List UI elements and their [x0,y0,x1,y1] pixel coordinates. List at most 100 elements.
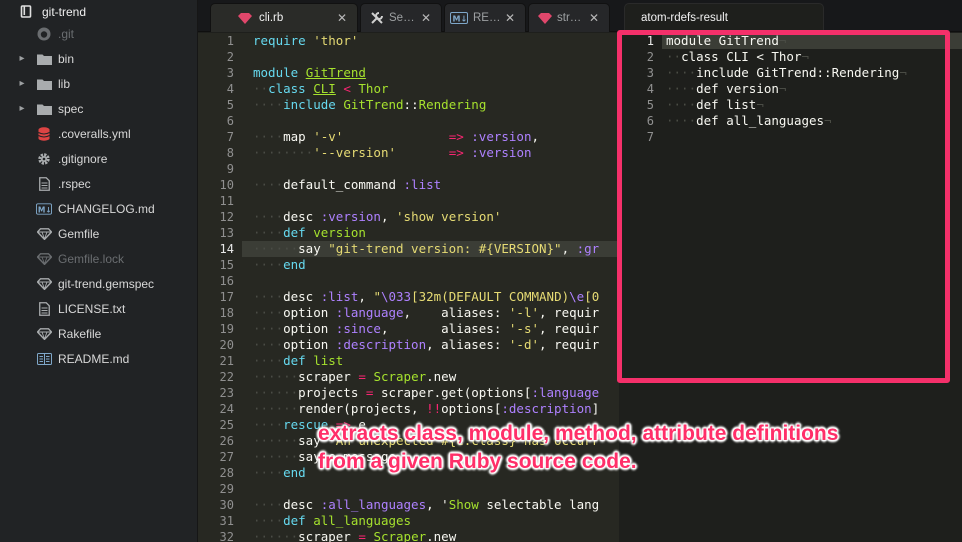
tree-item-label: Gemfile [58,227,100,241]
line-number: 30 [219,498,234,512]
line-number: 25 [219,418,234,432]
tab-label: Se… [389,12,415,24]
tree-item[interactable]: .git [0,22,197,47]
line-number: 11 [219,194,234,208]
line-number: 21 [219,354,234,368]
folder-icon [36,76,52,92]
tree-item[interactable]: Gemfile.lock [0,247,197,272]
code-line: ····option :since, aliases: '-s', requir [253,321,600,336]
line-number-gutter: 1 2 3 4 5 6 7 8 9 10 11 12 13 14 15 16 17 18 19 20 21 22 23 24 2… [198,33,242,542]
markdown-icon: M↓ [449,11,469,25]
chevron-right-icon[interactable]: ▸ [17,78,27,89]
code-line: ····desc :all_languages, 'Show selectabl… [253,497,600,512]
gear-icon [36,151,52,167]
code-line: ······scraper = Scraper.new [253,369,457,384]
database-icon [36,126,52,142]
tree-item[interactable]: ▸ lib [0,72,197,97]
tree-item[interactable]: ▸ bin [0,47,197,72]
line-number: 26 [219,434,234,448]
ruby-icon [36,251,52,267]
code-line: ····option :description, aliases: '-d', … [253,337,600,352]
line-number: 2 [226,50,234,64]
ruby-icon [36,226,52,242]
svg-text:M↓: M↓ [38,205,52,214]
tab-str[interactable]: str… ✕ [528,3,610,32]
chevron-right-icon[interactable]: ▸ [17,53,27,64]
annotation-line-2: from a given Ruby source code. [318,450,637,473]
line-number: 31 [219,514,234,528]
line-number: 5 [226,98,234,112]
file-icon [36,176,52,192]
tree-item-label: .coveralls.yml [58,127,131,141]
code-line: ····end [253,465,306,480]
markdown-icon: M↓ [36,201,52,217]
line-number: 7 [226,130,234,144]
line-number: 6 [226,114,234,128]
code-line: ····desc :list, "\033[32m(DEFAULT COMMAN… [253,289,600,304]
tab-label: RE… [473,12,501,24]
line-number: 1 [226,34,234,48]
line-number: 29 [219,482,234,496]
annotation-caption: extracts class, module, method, attribut… [318,420,958,476]
close-icon[interactable]: ✕ [337,11,347,25]
code-line: ····include GitTrend::Rendering [253,97,487,112]
code-line: ······render(projects, !!options[:descri… [253,401,600,416]
tree-item-label: README.md [58,352,130,366]
code-line: ····map '-v' => :version, [253,129,540,144]
code-line: ····def version [253,225,366,240]
tab-label: str… [557,12,582,24]
close-icon[interactable]: ✕ [589,11,599,25]
code-line: ····desc :version, 'show version' [253,209,502,224]
close-icon[interactable]: ✕ [421,11,431,25]
tree-item-label: .gitignore [58,152,108,166]
code-line: module GitTrend [253,65,366,80]
line-number: 18 [219,306,234,320]
line-number: 3 [226,66,234,80]
tab-cli-rb[interactable]: cli.rb ✕ [210,3,358,32]
repo-icon [18,4,34,20]
tab-atom-rdefs-result[interactable]: atom-rdefs-result [624,3,824,32]
line-number: 22 [219,370,234,384]
tab-settings[interactable]: Se… ✕ [360,3,442,32]
ruby-icon [36,276,52,292]
line-number: 4 [226,82,234,96]
tab-bar: cli.rb ✕ Se… ✕ M↓ RE… ✕ str… ✕ atom-rdef… [198,0,962,32]
tree-item[interactable]: Rakefile [0,322,197,347]
github-icon [36,26,52,42]
tree-item-label: LICENSE.txt [58,302,126,316]
code-line: ········'--version' => :version [253,145,532,160]
svg-text:M↓: M↓ [453,15,468,24]
tree-item-label: Gemfile.lock [58,252,125,266]
tree-item-label: lib [58,77,71,91]
tree-item[interactable]: ▸ spec [0,97,197,122]
close-icon[interactable]: ✕ [505,11,515,25]
line-number: 28 [219,466,234,480]
annotation-line-1: extracts class, module, method, attribut… [318,422,839,445]
code-line: ····def list [253,353,344,368]
tools-icon [369,11,385,25]
tree-item[interactable]: .rspec [0,172,197,197]
tree-item-label: spec [58,102,84,116]
tree-item[interactable]: git-trend.gemspec [0,272,197,297]
tab-readme[interactable]: M↓ RE… ✕ [444,3,526,32]
line-number: 10 [219,178,234,192]
chevron-right-icon[interactable]: ▸ [17,103,27,114]
line-number: 13 [219,226,234,240]
line-number: 9 [226,162,234,176]
tree-item[interactable]: .gitignore [0,147,197,172]
tab-label: atom-rdefs-result [641,12,728,24]
line-number: 14 [219,242,234,256]
tree-item[interactable]: LICENSE.txt [0,297,197,322]
line-number: 17 [219,290,234,304]
tree-item[interactable]: README.md [0,347,197,372]
tree-item[interactable]: M↓ CHANGELOG.md [0,197,197,222]
folder-icon [36,101,52,117]
book-icon [36,351,52,367]
tree-item[interactable]: Gemfile [0,222,197,247]
tree-item-label: .rspec [58,177,91,191]
tree-view: git-trend .git ▸ bin ▸ lib ▸ spec .coveralls.ym… [0,0,198,542]
tree-item[interactable]: .coveralls.yml [0,122,197,147]
code-line: ··class CLI < Thor [253,81,389,96]
line-number: 32 [219,530,234,542]
code-line: ····option :language, aliases: '-l', req… [253,305,600,320]
